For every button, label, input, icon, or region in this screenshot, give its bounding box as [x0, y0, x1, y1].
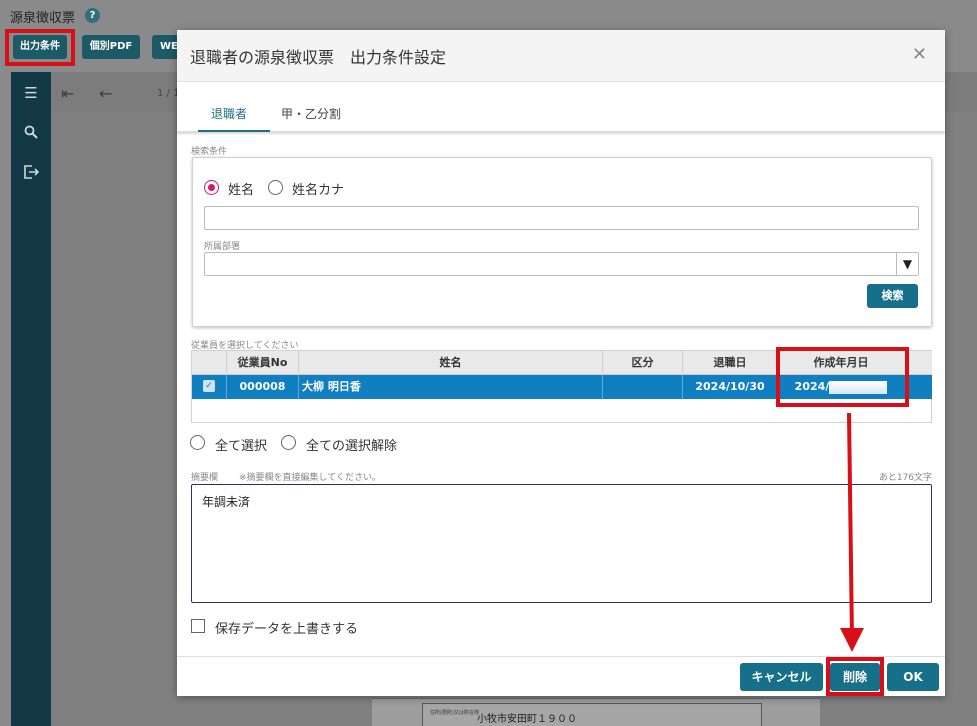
annotation-arrow: [840, 412, 864, 652]
